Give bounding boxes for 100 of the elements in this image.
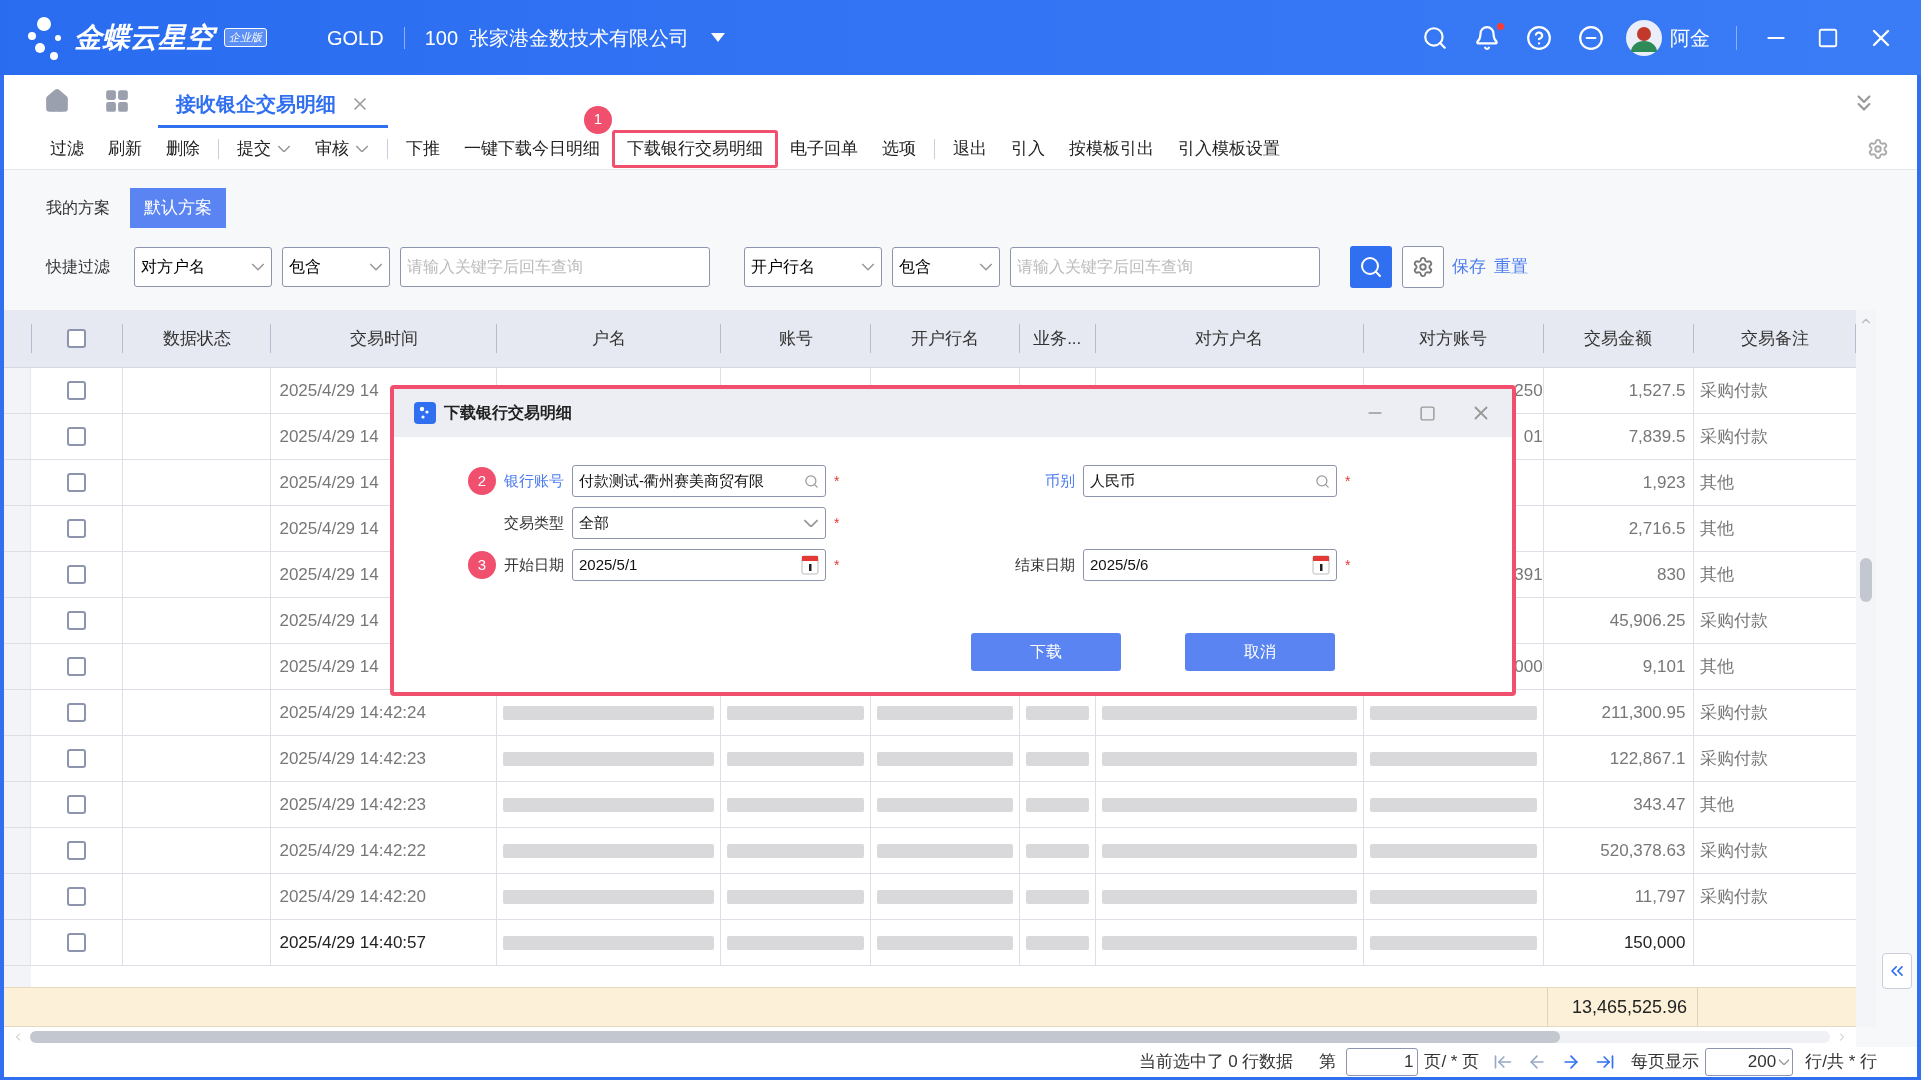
checkbox[interactable] [66, 703, 86, 722]
help-icon[interactable] [1526, 24, 1552, 51]
date-field[interactable]: 2025/5/6 [1083, 549, 1337, 581]
checkbox[interactable] [66, 565, 86, 584]
avatar[interactable] [1626, 19, 1662, 56]
column-header[interactable]: 交易备注 [1740, 325, 1809, 352]
column-header[interactable]: 对方户名 [1195, 325, 1264, 352]
operator-select[interactable]: 包含 [282, 247, 390, 287]
search-icon[interactable] [1422, 24, 1448, 51]
lookup-field[interactable]: 付款测试-衢州赛美商贸有限 [572, 465, 826, 497]
checkbox[interactable] [66, 887, 86, 906]
column-header[interactable]: 数据状态 [162, 325, 231, 352]
checkbox[interactable] [66, 933, 86, 952]
checkbox[interactable] [66, 749, 86, 768]
page-label: 第 [1319, 1051, 1337, 1074]
table-cell-text: 2025/4/29 14:42:23 [279, 747, 426, 770]
operator-select[interactable]: 包含 [892, 247, 1000, 287]
quick-filter-label: 快捷过滤 [46, 257, 110, 277]
checkbox[interactable] [66, 611, 86, 630]
chevron-down-icon [355, 144, 369, 153]
toolbar-button[interactable]: 提交 [225, 129, 303, 168]
checkbox[interactable] [66, 427, 86, 446]
table-cell-text: 其他 [1700, 517, 1735, 540]
column-header[interactable]: 对方账号 [1419, 325, 1488, 352]
column-header[interactable]: 业务... [1033, 325, 1082, 352]
table-cell-text: 2025/4/29 14 [279, 517, 379, 540]
table-cell-text: 150,000 [1623, 931, 1686, 954]
keyword-input[interactable]: 请输入关键字后回车查询 [1010, 247, 1320, 287]
checkbox[interactable] [66, 519, 86, 538]
apps-icon[interactable] [104, 88, 130, 114]
field-label: 结束日期 [1015, 554, 1075, 575]
checkbox[interactable] [66, 657, 86, 676]
table-cell-text: 2025/4/29 14:40:57 [279, 931, 426, 954]
home-icon[interactable] [44, 88, 70, 114]
field-label: 开始日期 [504, 554, 564, 575]
column-header[interactable]: 开户行名 [910, 325, 979, 352]
filter-link[interactable]: 重置 [1494, 254, 1528, 280]
table-cell-text: 01 [1523, 425, 1543, 448]
toolbar-button[interactable]: 按模板引出 [1057, 129, 1166, 168]
table-cell-text: 采购付款 [1700, 701, 1769, 724]
table-cell-text: 1,527.5 [1628, 379, 1686, 402]
per-page-select[interactable]: 200 [1705, 1048, 1794, 1076]
settings-icon[interactable] [1867, 137, 1889, 160]
collapse-panel-button[interactable] [1881, 953, 1912, 989]
table-cell-text: 2025/4/29 14 [279, 609, 379, 632]
toolbar-button[interactable]: 刷新 [96, 129, 154, 168]
maximize-icon[interactable] [1817, 26, 1839, 49]
calendar-icon[interactable] [801, 555, 819, 575]
filter-settings-button[interactable] [1402, 246, 1444, 288]
search-button[interactable] [1350, 246, 1392, 288]
scrollbar-thumb[interactable] [1860, 558, 1872, 602]
table-cell-text: 11,797 [1634, 885, 1686, 908]
toolbar-button[interactable]: 过滤 [38, 129, 96, 168]
checkbox[interactable] [66, 381, 86, 400]
toolbar-button[interactable]: 选项 [870, 129, 928, 168]
date-field[interactable]: 2025/5/1 [572, 549, 826, 581]
dropdown-icon[interactable] [711, 32, 726, 43]
table-cell-text: 采购付款 [1700, 425, 1769, 448]
search-icon[interactable] [1315, 473, 1330, 489]
page-input[interactable]: 1 [1346, 1048, 1419, 1076]
lookup-field[interactable]: 人民币 [1083, 465, 1337, 497]
field-select[interactable]: 开户行名 [744, 247, 882, 287]
toolbar-button[interactable]: 下推 [394, 129, 452, 168]
select-field[interactable]: 全部 [572, 507, 826, 539]
required-mark: * [834, 471, 840, 491]
checkbox[interactable] [67, 329, 87, 348]
checkbox[interactable] [66, 795, 86, 814]
toolbar-button[interactable]: 删除 [154, 129, 212, 168]
column-header[interactable]: 户名 [591, 325, 626, 352]
table-cell-text: 45,906.25 [1609, 609, 1686, 632]
toolbar-button[interactable]: 退出 [941, 129, 999, 168]
user-name[interactable]: 阿金 [1670, 22, 1710, 53]
toolbar-button[interactable]: 电子回单 [778, 129, 870, 168]
company-name[interactable]: 100 张家港金数技术有限公司 [424, 22, 690, 53]
required-mark: * [834, 555, 840, 575]
filter-link[interactable]: 保存 [1452, 254, 1486, 280]
chevron-down-icon [251, 263, 265, 271]
toolbar-button[interactable]: 下载银行交易明细 [612, 129, 778, 168]
bell-icon[interactable] [1474, 24, 1500, 51]
keyword-input[interactable]: 请输入关键字后回车查询 [400, 247, 710, 287]
redacted-text [1025, 843, 1089, 858]
checkbox[interactable] [66, 473, 86, 492]
calendar-icon[interactable] [1312, 555, 1330, 575]
selection-status: 当前选中了 0 行数据 [1138, 1051, 1294, 1074]
last-page-icon[interactable] [1595, 1052, 1616, 1072]
maximize-icon[interactable] [1419, 404, 1436, 422]
column-header[interactable]: 交易时间 [349, 325, 418, 352]
first-page-icon[interactable] [1493, 1052, 1514, 1072]
checkbox[interactable] [66, 841, 86, 860]
toolbar-button[interactable]: 审核 [303, 129, 381, 168]
column-header[interactable]: 账号 [778, 325, 813, 352]
field-select[interactable]: 对方户名 [134, 247, 272, 287]
toolbar-button[interactable]: 引入 [999, 129, 1057, 168]
column-header[interactable]: 交易金额 [1584, 325, 1653, 352]
redacted-text [1025, 889, 1089, 904]
step-badge: 2 [468, 467, 496, 495]
search-icon[interactable] [804, 473, 819, 489]
toolbar-button[interactable]: 引入模板设置 [1166, 129, 1292, 168]
table-cell-text: 其他 [1700, 793, 1735, 816]
minus-circle-icon[interactable] [1578, 24, 1604, 51]
